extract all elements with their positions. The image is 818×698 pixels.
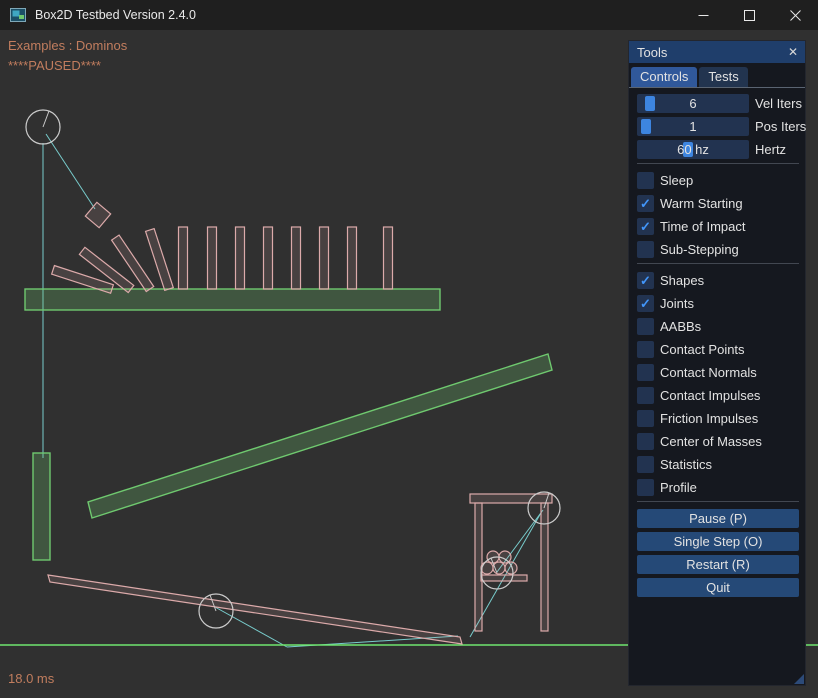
minimize-button[interactable] (680, 0, 726, 30)
hertz-slider[interactable]: 60 hz (637, 140, 749, 159)
pause-button[interactable]: Pause (P) (637, 509, 799, 528)
checkbox-row: ✓ Joints (637, 294, 799, 313)
checkbox-row: ✓ Contact Points (637, 340, 799, 359)
checkbox-row: ✓ Friction Impulses (637, 409, 799, 428)
pendulum-box (85, 202, 110, 227)
tools-panel: Tools ✕ Controls Tests 6 Vel Iters (628, 40, 806, 686)
tools-panel-titlebar[interactable]: Tools ✕ (629, 41, 805, 63)
pos-iters-label: Pos Iters (755, 119, 806, 134)
slider-row-vel-iters: 6 Vel Iters (637, 94, 799, 113)
checkbox-label: Sleep (660, 173, 693, 188)
checkbox-label: AABBs (660, 319, 701, 334)
check-icon: ✓ (640, 274, 651, 287)
vel-iters-value: 6 (637, 94, 749, 113)
checkbox-row: ✓ Contact Normals (637, 363, 799, 382)
bottom-plank (48, 575, 462, 644)
checkbox-label: Joints (660, 296, 694, 311)
checkbox-row: ✓ AABBs (637, 317, 799, 336)
checkbox-row: ✓ Sub-Stepping (637, 240, 799, 259)
checkbox-label: Sub-Stepping (660, 242, 739, 257)
checkbox-row: ✓ Contact Impulses (637, 386, 799, 405)
frame-time: 18.0 ms (8, 671, 54, 686)
separator (637, 263, 799, 264)
checkbox-contact-normals[interactable]: ✓ (637, 364, 654, 381)
checkbox-label: Contact Normals (660, 365, 757, 380)
domino-platform (25, 289, 440, 310)
separator (637, 163, 799, 164)
checkbox-label: Contact Points (660, 342, 745, 357)
pos-iters-value: 1 (637, 117, 749, 136)
tools-close-icon[interactable]: ✕ (788, 46, 798, 58)
window-title: Box2D Testbed Version 2.4.0 (35, 8, 196, 22)
tabbar: Controls Tests (629, 63, 805, 88)
checkbox-row: ✓ Statistics (637, 455, 799, 474)
check-icon: ✓ (640, 220, 651, 233)
titlebar[interactable]: Box2D Testbed Version 2.4.0 (0, 0, 818, 30)
tools-panel-title: Tools (637, 45, 667, 60)
checkbox-sub-stepping[interactable]: ✓ (637, 241, 654, 258)
separator (637, 501, 799, 502)
vel-iters-slider[interactable]: 6 (637, 94, 749, 113)
window-controls (680, 0, 818, 30)
slider-row-hertz: 60 hz Hertz (637, 140, 799, 159)
panel-body: 6 Vel Iters 1 Pos Iters 60 hz (629, 88, 805, 607)
checkbox-label: Profile (660, 480, 697, 495)
check-icon: ✓ (640, 197, 651, 210)
hertz-label: Hertz (755, 142, 786, 157)
diagonal-plank (88, 354, 552, 518)
checkbox-center-of-masses[interactable]: ✓ (637, 433, 654, 450)
checkbox-row: ✓ Shapes (637, 271, 799, 290)
hertz-value: 60 hz (637, 140, 749, 159)
checkbox-label: Warm Starting (660, 196, 743, 211)
checkbox-contact-impulses[interactable]: ✓ (637, 387, 654, 404)
paused-status: ****PAUSED**** (8, 58, 101, 73)
restart-button[interactable]: Restart (R) (637, 555, 799, 574)
quit-button[interactable]: Quit (637, 578, 799, 597)
checkbox-friction-impulses[interactable]: ✓ (637, 410, 654, 427)
checkbox-row: ✓ Center of Masses (637, 432, 799, 451)
tab-controls[interactable]: Controls (631, 67, 697, 87)
simulation-canvas[interactable]: Examples : Dominos ****PAUSED**** 18.0 m… (0, 30, 818, 698)
checkbox-profile[interactable]: ✓ (637, 479, 654, 496)
checkbox-row: ✓ Sleep (637, 171, 799, 190)
checkbox-sleep[interactable]: ✓ (637, 172, 654, 189)
checkbox-warm-starting[interactable]: ✓ (637, 195, 654, 212)
checkbox-label: Shapes (660, 273, 704, 288)
static-bodies (25, 289, 552, 560)
tab-tests[interactable]: Tests (699, 67, 747, 87)
small-balls (481, 551, 517, 574)
checkbox-row: ✓ Warm Starting (637, 194, 799, 213)
checkbox-label: Statistics (660, 457, 712, 472)
single-step-button[interactable]: Single Step (O) (637, 532, 799, 551)
dominoes (52, 227, 393, 293)
checkbox-label: Friction Impulses (660, 411, 758, 426)
checkbox-row: ✓ Time of Impact (637, 217, 799, 236)
checkbox-statistics[interactable]: ✓ (637, 456, 654, 473)
app-window: Box2D Testbed Version 2.4.0 (0, 0, 818, 698)
checkbox-shapes[interactable]: ✓ (637, 272, 654, 289)
checkbox-label: Time of Impact (660, 219, 745, 234)
slider-row-pos-iters: 1 Pos Iters (637, 117, 799, 136)
checkbox-contact-points[interactable]: ✓ (637, 341, 654, 358)
resize-grip[interactable] (794, 674, 804, 684)
checkbox-time-of-impact[interactable]: ✓ (637, 218, 654, 235)
checkbox-joints[interactable]: ✓ (637, 295, 654, 312)
check-icon: ✓ (640, 297, 651, 310)
checkbox-row: ✓ Profile (637, 478, 799, 497)
dynamic-bodies (48, 202, 552, 644)
app-icon (10, 7, 26, 23)
checkbox-aabbs[interactable]: ✓ (637, 318, 654, 335)
checkbox-label: Center of Masses (660, 434, 762, 449)
maximize-button[interactable] (726, 0, 772, 30)
vel-iters-label: Vel Iters (755, 96, 802, 111)
close-button[interactable] (772, 0, 818, 30)
checkbox-label: Contact Impulses (660, 388, 760, 403)
vertical-block (33, 453, 50, 560)
pos-iters-slider[interactable]: 1 (637, 117, 749, 136)
example-title: Examples : Dominos (8, 38, 127, 53)
